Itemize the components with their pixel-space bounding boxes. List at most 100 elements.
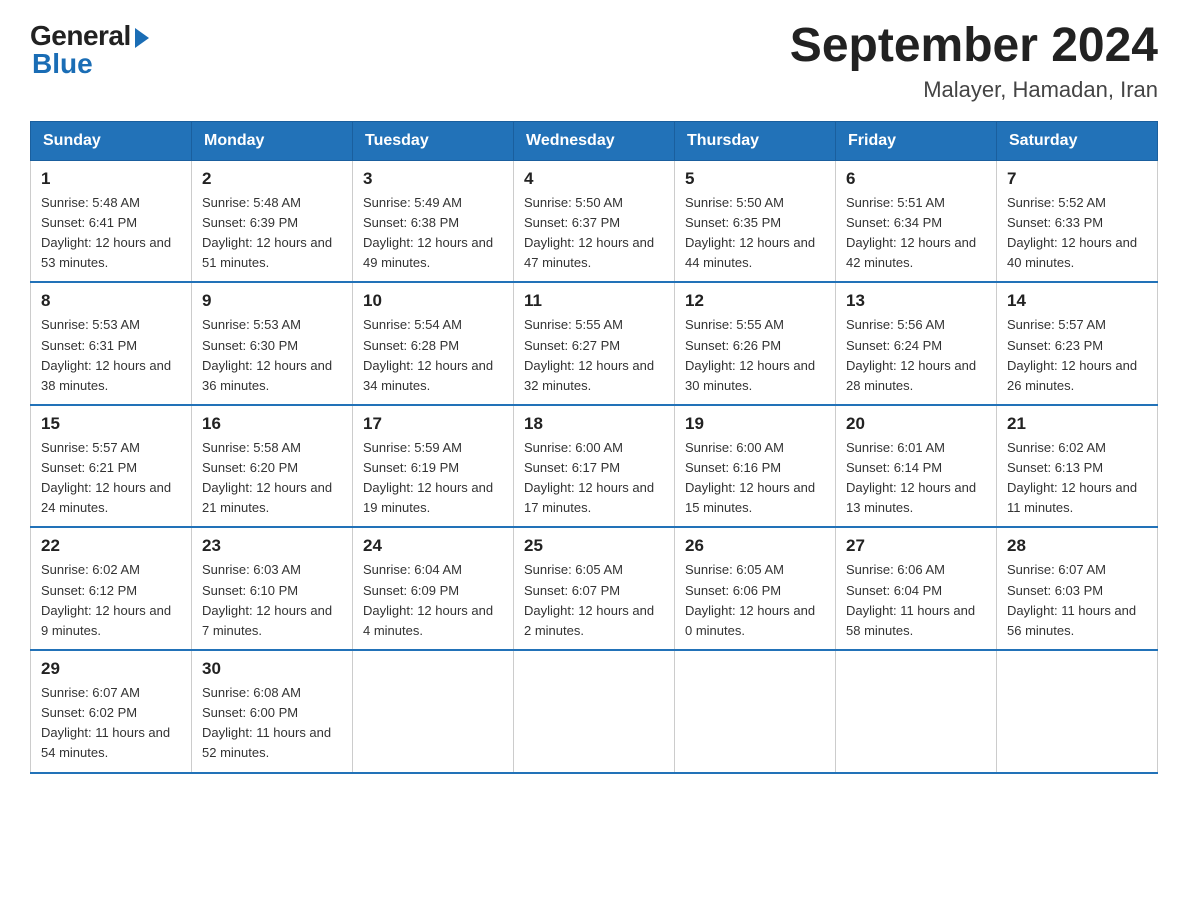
table-row: 4 Sunrise: 5:50 AMSunset: 6:37 PMDayligh… xyxy=(514,160,675,282)
table-row: 20 Sunrise: 6:01 AMSunset: 6:14 PMDaylig… xyxy=(836,405,997,528)
table-row: 28 Sunrise: 6:07 AMSunset: 6:03 PMDaylig… xyxy=(997,527,1158,650)
day-number: 17 xyxy=(363,414,503,434)
calendar-table: Sunday Monday Tuesday Wednesday Thursday… xyxy=(30,121,1158,774)
day-number: 12 xyxy=(685,291,825,311)
header-thursday: Thursday xyxy=(675,121,836,160)
day-info: Sunrise: 5:59 AMSunset: 6:19 PMDaylight:… xyxy=(363,440,493,515)
day-number: 11 xyxy=(524,291,664,311)
day-number: 4 xyxy=(524,169,664,189)
table-row: 16 Sunrise: 5:58 AMSunset: 6:20 PMDaylig… xyxy=(192,405,353,528)
day-info: Sunrise: 5:49 AMSunset: 6:38 PMDaylight:… xyxy=(363,195,493,270)
day-info: Sunrise: 6:00 AMSunset: 6:16 PMDaylight:… xyxy=(685,440,815,515)
day-info: Sunrise: 5:50 AMSunset: 6:37 PMDaylight:… xyxy=(524,195,654,270)
table-row: 26 Sunrise: 6:05 AMSunset: 6:06 PMDaylig… xyxy=(675,527,836,650)
day-number: 24 xyxy=(363,536,503,556)
day-number: 21 xyxy=(1007,414,1147,434)
page-header: General Blue September 2024 Malayer, Ham… xyxy=(30,20,1158,103)
day-info: Sunrise: 6:02 AMSunset: 6:12 PMDaylight:… xyxy=(41,562,171,637)
table-row xyxy=(353,650,514,773)
day-info: Sunrise: 5:48 AMSunset: 6:41 PMDaylight:… xyxy=(41,195,171,270)
day-number: 28 xyxy=(1007,536,1147,556)
table-row: 12 Sunrise: 5:55 AMSunset: 6:26 PMDaylig… xyxy=(675,282,836,405)
table-row: 5 Sunrise: 5:50 AMSunset: 6:35 PMDayligh… xyxy=(675,160,836,282)
day-info: Sunrise: 6:02 AMSunset: 6:13 PMDaylight:… xyxy=(1007,440,1137,515)
table-row: 17 Sunrise: 5:59 AMSunset: 6:19 PMDaylig… xyxy=(353,405,514,528)
table-row: 10 Sunrise: 5:54 AMSunset: 6:28 PMDaylig… xyxy=(353,282,514,405)
table-row: 29 Sunrise: 6:07 AMSunset: 6:02 PMDaylig… xyxy=(31,650,192,773)
table-row xyxy=(675,650,836,773)
table-row: 21 Sunrise: 6:02 AMSunset: 6:13 PMDaylig… xyxy=(997,405,1158,528)
table-row: 22 Sunrise: 6:02 AMSunset: 6:12 PMDaylig… xyxy=(31,527,192,650)
day-number: 14 xyxy=(1007,291,1147,311)
day-info: Sunrise: 6:08 AMSunset: 6:00 PMDaylight:… xyxy=(202,685,331,760)
day-info: Sunrise: 5:57 AMSunset: 6:23 PMDaylight:… xyxy=(1007,317,1137,392)
day-number: 8 xyxy=(41,291,181,311)
day-info: Sunrise: 5:55 AMSunset: 6:26 PMDaylight:… xyxy=(685,317,815,392)
day-info: Sunrise: 6:05 AMSunset: 6:06 PMDaylight:… xyxy=(685,562,815,637)
day-info: Sunrise: 6:03 AMSunset: 6:10 PMDaylight:… xyxy=(202,562,332,637)
calendar-week-row: 29 Sunrise: 6:07 AMSunset: 6:02 PMDaylig… xyxy=(31,650,1158,773)
day-number: 9 xyxy=(202,291,342,311)
day-number: 10 xyxy=(363,291,503,311)
day-info: Sunrise: 5:48 AMSunset: 6:39 PMDaylight:… xyxy=(202,195,332,270)
day-info: Sunrise: 6:07 AMSunset: 6:02 PMDaylight:… xyxy=(41,685,170,760)
title-block: September 2024 Malayer, Hamadan, Iran xyxy=(790,20,1158,103)
day-number: 27 xyxy=(846,536,986,556)
table-row: 1 Sunrise: 5:48 AMSunset: 6:41 PMDayligh… xyxy=(31,160,192,282)
day-number: 30 xyxy=(202,659,342,679)
day-info: Sunrise: 6:01 AMSunset: 6:14 PMDaylight:… xyxy=(846,440,976,515)
day-info: Sunrise: 5:58 AMSunset: 6:20 PMDaylight:… xyxy=(202,440,332,515)
table-row: 2 Sunrise: 5:48 AMSunset: 6:39 PMDayligh… xyxy=(192,160,353,282)
day-info: Sunrise: 5:54 AMSunset: 6:28 PMDaylight:… xyxy=(363,317,493,392)
table-row xyxy=(514,650,675,773)
header-tuesday: Tuesday xyxy=(353,121,514,160)
day-number: 22 xyxy=(41,536,181,556)
table-row: 25 Sunrise: 6:05 AMSunset: 6:07 PMDaylig… xyxy=(514,527,675,650)
day-number: 3 xyxy=(363,169,503,189)
day-info: Sunrise: 6:05 AMSunset: 6:07 PMDaylight:… xyxy=(524,562,654,637)
table-row: 11 Sunrise: 5:55 AMSunset: 6:27 PMDaylig… xyxy=(514,282,675,405)
day-number: 5 xyxy=(685,169,825,189)
header-sunday: Sunday xyxy=(31,121,192,160)
day-number: 13 xyxy=(846,291,986,311)
calendar-week-row: 8 Sunrise: 5:53 AMSunset: 6:31 PMDayligh… xyxy=(31,282,1158,405)
day-number: 1 xyxy=(41,169,181,189)
table-row: 6 Sunrise: 5:51 AMSunset: 6:34 PMDayligh… xyxy=(836,160,997,282)
calendar-subtitle: Malayer, Hamadan, Iran xyxy=(790,77,1158,103)
table-row: 9 Sunrise: 5:53 AMSunset: 6:30 PMDayligh… xyxy=(192,282,353,405)
table-row: 8 Sunrise: 5:53 AMSunset: 6:31 PMDayligh… xyxy=(31,282,192,405)
calendar-header-row: Sunday Monday Tuesday Wednesday Thursday… xyxy=(31,121,1158,160)
table-row: 3 Sunrise: 5:49 AMSunset: 6:38 PMDayligh… xyxy=(353,160,514,282)
day-info: Sunrise: 5:53 AMSunset: 6:31 PMDaylight:… xyxy=(41,317,171,392)
table-row: 30 Sunrise: 6:08 AMSunset: 6:00 PMDaylig… xyxy=(192,650,353,773)
logo: General Blue xyxy=(30,20,149,80)
table-row xyxy=(836,650,997,773)
header-friday: Friday xyxy=(836,121,997,160)
day-number: 6 xyxy=(846,169,986,189)
day-info: Sunrise: 5:50 AMSunset: 6:35 PMDaylight:… xyxy=(685,195,815,270)
day-number: 16 xyxy=(202,414,342,434)
day-number: 25 xyxy=(524,536,664,556)
day-number: 15 xyxy=(41,414,181,434)
day-number: 7 xyxy=(1007,169,1147,189)
day-info: Sunrise: 6:07 AMSunset: 6:03 PMDaylight:… xyxy=(1007,562,1136,637)
calendar-week-row: 22 Sunrise: 6:02 AMSunset: 6:12 PMDaylig… xyxy=(31,527,1158,650)
logo-arrow-icon xyxy=(135,28,149,48)
table-row: 13 Sunrise: 5:56 AMSunset: 6:24 PMDaylig… xyxy=(836,282,997,405)
table-row xyxy=(997,650,1158,773)
table-row: 14 Sunrise: 5:57 AMSunset: 6:23 PMDaylig… xyxy=(997,282,1158,405)
header-saturday: Saturday xyxy=(997,121,1158,160)
day-info: Sunrise: 5:51 AMSunset: 6:34 PMDaylight:… xyxy=(846,195,976,270)
day-number: 23 xyxy=(202,536,342,556)
table-row: 24 Sunrise: 6:04 AMSunset: 6:09 PMDaylig… xyxy=(353,527,514,650)
day-info: Sunrise: 5:53 AMSunset: 6:30 PMDaylight:… xyxy=(202,317,332,392)
table-row: 19 Sunrise: 6:00 AMSunset: 6:16 PMDaylig… xyxy=(675,405,836,528)
day-info: Sunrise: 5:56 AMSunset: 6:24 PMDaylight:… xyxy=(846,317,976,392)
day-number: 26 xyxy=(685,536,825,556)
day-number: 29 xyxy=(41,659,181,679)
table-row: 15 Sunrise: 5:57 AMSunset: 6:21 PMDaylig… xyxy=(31,405,192,528)
header-monday: Monday xyxy=(192,121,353,160)
day-number: 18 xyxy=(524,414,664,434)
day-info: Sunrise: 5:57 AMSunset: 6:21 PMDaylight:… xyxy=(41,440,171,515)
day-info: Sunrise: 6:06 AMSunset: 6:04 PMDaylight:… xyxy=(846,562,975,637)
